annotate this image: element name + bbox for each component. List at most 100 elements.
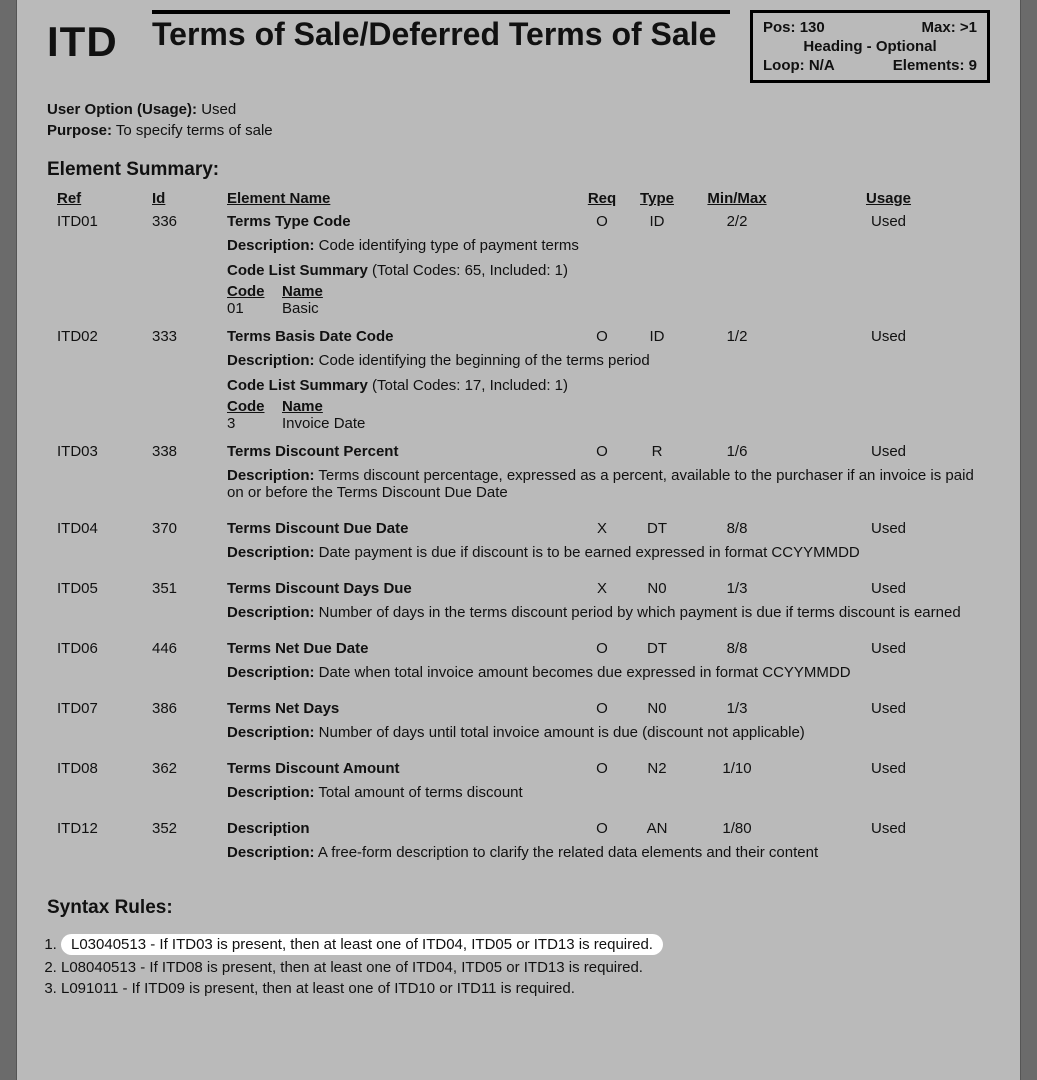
element-row: ITD03338Terms Discount PercentOR1/6Used [47,440,990,463]
el-name: Terms Discount Due Date [227,520,577,537]
el-name: Terms Net Due Date [227,640,577,657]
element-row: ITD04370Terms Discount Due DateXDT8/8Use… [47,517,990,540]
segment-header: ITD Terms of Sale/Deferred Terms of Sale… [47,10,990,83]
el-req: X [577,580,627,597]
el-minmax: 1/80 [687,820,787,837]
el-type: DT [627,520,687,537]
document-page: ITD Terms of Sale/Deferred Terms of Sale… [16,0,1021,1080]
syntax-rule: L08040513 - If ITD08 is present, then at… [61,959,990,976]
code-table: CodeName3Invoice Date [227,398,990,432]
el-name: Terms Type Code [227,213,577,230]
el-name: Terms Discount Percent [227,443,577,460]
element-row: ITD02333Terms Basis Date CodeOID1/2Used [47,325,990,348]
el-ref: ITD08 [57,760,152,777]
element-detail: Description: Date payment is due if disc… [227,540,990,577]
col-ref: Ref [57,190,152,207]
col-minmax: Min/Max [687,190,787,207]
el-description: Description: Date payment is due if disc… [227,544,990,561]
area-field: Heading - Optional [763,38,977,55]
el-req: X [577,520,627,537]
el-req: O [577,760,627,777]
el-req: O [577,700,627,717]
el-description: Description: Date when total invoice amo… [227,664,990,681]
el-id: 352 [152,820,227,837]
info-box: Pos: 130 Max: >1 Heading - Optional Loop… [750,10,990,83]
el-req: O [577,820,627,837]
col-usage: Usage [787,190,990,207]
el-ref: ITD06 [57,640,152,657]
segment-title: Terms of Sale/Deferred Terms of Sale [152,16,730,53]
code-col: Code [227,398,282,415]
element-detail: Description: Code identifying the beginn… [227,348,990,440]
meta-block: User Option (Usage): Used Purpose: To sp… [47,101,990,139]
el-usage: Used [787,700,990,717]
code-name: Invoice Date [282,415,990,432]
user-option-row: User Option (Usage): Used [47,101,990,118]
el-name: Terms Discount Days Due [227,580,577,597]
el-name: Terms Basis Date Code [227,328,577,345]
el-ref: ITD04 [57,520,152,537]
element-detail: Description: Code identifying type of pa… [227,233,990,325]
el-minmax: 1/2 [687,328,787,345]
element-row: ITD06446Terms Net Due DateODT8/8Used [47,637,990,660]
segment-code: ITD [47,10,132,66]
el-minmax: 1/3 [687,580,787,597]
element-row: ITD05351Terms Discount Days DueXN01/3Use… [47,577,990,600]
table-header: Ref Id Element Name Req Type Min/Max Usa… [47,187,990,210]
element-detail: Description: Terms discount percentage, … [227,463,990,517]
el-id: 336 [152,213,227,230]
el-minmax: 8/8 [687,520,787,537]
el-minmax: 1/10 [687,760,787,777]
max-field: Max: >1 [922,19,977,36]
el-minmax: 1/3 [687,700,787,717]
name-col: Name [282,283,990,300]
code-list-summary: Code List Summary (Total Codes: 65, Incl… [227,262,990,279]
elements-field: Elements: 9 [893,57,977,74]
el-req: O [577,213,627,230]
el-minmax: 8/8 [687,640,787,657]
el-ref: ITD05 [57,580,152,597]
el-minmax: 1/6 [687,443,787,460]
el-minmax: 2/2 [687,213,787,230]
element-detail: Description: Date when total invoice amo… [227,660,990,697]
element-summary-heading: Element Summary: [47,159,990,181]
highlighted-rule: L03040513 - If ITD03 is present, then at… [61,934,663,955]
el-id: 370 [152,520,227,537]
element-detail: Description: A free-form description to … [227,840,990,877]
element-detail: Description: Number of days until total … [227,720,990,757]
code-table: CodeName01Basic [227,283,990,317]
purpose-row: Purpose: To specify terms of sale [47,122,990,139]
el-ref: ITD01 [57,213,152,230]
code-col: Code [227,283,282,300]
elements-container: ITD01336Terms Type CodeOID2/2UsedDescrip… [47,210,990,877]
el-description: Description: Code identifying type of pa… [227,237,990,254]
el-id: 446 [152,640,227,657]
el-id: 338 [152,443,227,460]
syntax-rules-heading: Syntax Rules: [47,897,990,919]
el-usage: Used [787,580,990,597]
loop-field: Loop: N/A [763,57,835,74]
el-type: ID [627,328,687,345]
el-ref: ITD12 [57,820,152,837]
element-row: ITD08362Terms Discount AmountON21/10Used [47,757,990,780]
el-name: Description [227,820,577,837]
col-name: Element Name [227,190,577,207]
el-id: 362 [152,760,227,777]
el-id: 333 [152,328,227,345]
title-rule [152,10,730,14]
el-type: N0 [627,700,687,717]
col-id: Id [152,190,227,207]
el-description: Description: Total amount of terms disco… [227,784,990,801]
el-description: Description: A free-form description to … [227,844,990,861]
el-id: 351 [152,580,227,597]
el-type: DT [627,640,687,657]
el-type: AN [627,820,687,837]
syntax-rule: L03040513 - If ITD03 is present, then at… [61,934,990,955]
el-usage: Used [787,520,990,537]
el-name: Terms Net Days [227,700,577,717]
code-name: Basic [282,300,990,317]
el-type: ID [627,213,687,230]
syntax-list: L03040513 - If ITD03 is present, then at… [47,934,990,997]
pos-field: Pos: 130 [763,19,825,36]
el-description: Description: Code identifying the beginn… [227,352,990,369]
